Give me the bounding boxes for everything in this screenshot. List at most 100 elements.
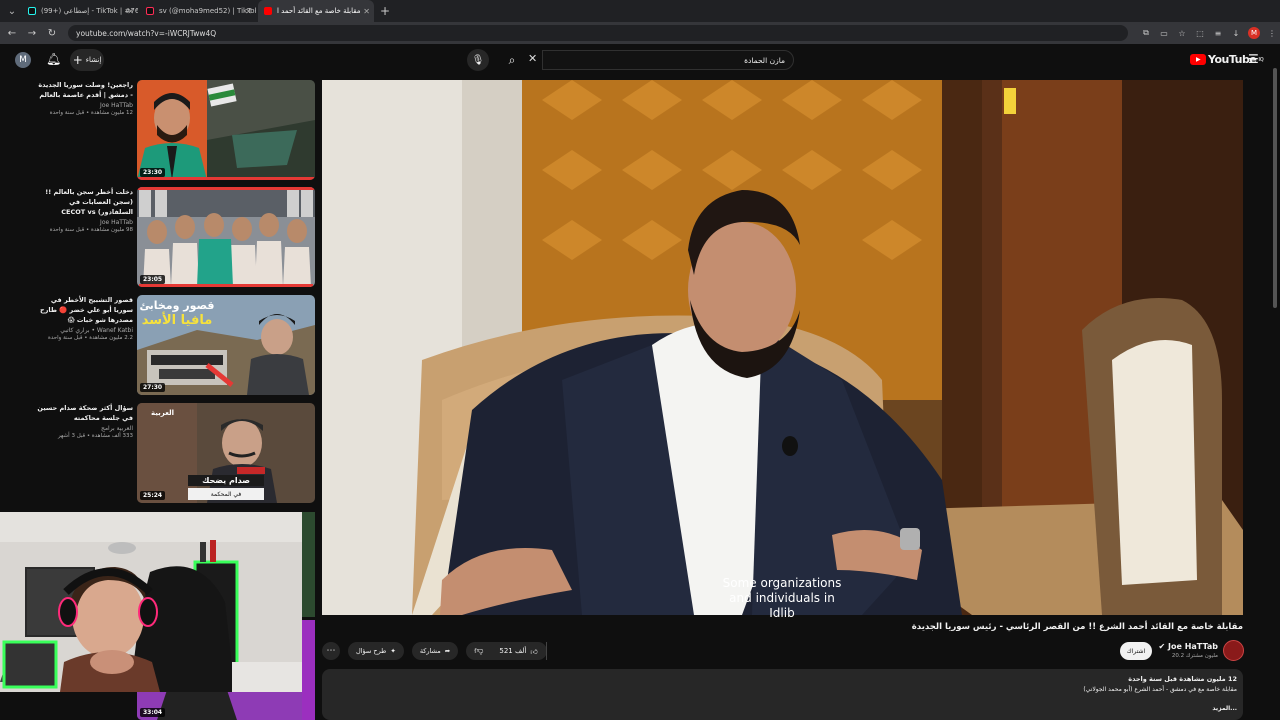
share-button[interactable]: مشاركة ➦	[411, 642, 459, 660]
recommendation-item[interactable]: راجعين! وصلت سوريا الجديدة - دمشق | أقدم…	[35, 80, 315, 180]
tab-close-icon[interactable]: ✕	[245, 7, 252, 16]
notifications-bell-icon[interactable]: 🔔︎	[46, 52, 61, 66]
show-more-link[interactable]: ...المزيد	[1212, 705, 1237, 712]
reload-icon[interactable]: ↻	[44, 25, 60, 41]
browser-tabbar: ⌄ (99+) إصطاعي - TikTok | #76 ✕ sv (@moh…	[0, 0, 1280, 22]
recommendation-title[interactable]: قصور التشبيح الأخطر في سوريا أبو علي خضر…	[35, 295, 133, 325]
recommendation-thumbnail[interactable]: 23:30	[137, 80, 315, 180]
like-count: 521 ألف	[499, 647, 527, 655]
video-actions: ⋯ طرح سؤال ✦ مشاركة ➦ 👎︎ 521 ألف 👍︎	[322, 642, 547, 660]
scrollbar-thumb[interactable]	[1273, 68, 1277, 308]
recommendation-meta: سؤال أكثر ضحكة صدام حسين في جلسة محاكمته…	[35, 403, 133, 439]
browser-tab-tiktok-2[interactable]: sv (@moha9med52) | TikTok ✕	[140, 0, 256, 22]
recommendation-views: 98 مليون مشاهدة • قبل سنة واحدة	[49, 227, 133, 233]
thumbnail-edge	[302, 620, 315, 720]
recommendation-channel[interactable]: Wanef Katbi • براري كاتبي	[35, 327, 133, 334]
description-box[interactable]: 12 مليون مشاهدة قبل سنة واحدة مقابلة خاص…	[322, 669, 1243, 720]
duration-badge: 25:24	[140, 491, 166, 500]
ask-label: طرح سؤال	[356, 647, 387, 655]
recommendation-channel[interactable]: العربية برامج	[35, 425, 133, 432]
thumbs-up-icon: 👍︎	[530, 647, 538, 656]
thumbnail-image: صدام يضحك في المحكمة العربية	[137, 403, 315, 503]
browser-toolbar: ← → ↻ youtube.com/watch?v=-iWCRJTww4Q ⧉ …	[0, 22, 1280, 44]
tab-close-icon[interactable]: ✕	[127, 7, 134, 16]
tab-label: (99+) إصطاعي - TikTok | #76	[41, 7, 138, 15]
translate-icon[interactable]: ⧉	[1140, 27, 1152, 39]
tab-search-chevron-icon[interactable]: ⌄	[4, 3, 20, 19]
ask-button[interactable]: طرح سؤال ✦	[348, 642, 404, 660]
recommendation-channel[interactable]: Joe HaTTab	[35, 219, 133, 226]
svg-text:مافيا الأسد: مافيا الأسد	[142, 311, 213, 328]
duration-badge: 27:30	[140, 383, 166, 392]
recommendation-title[interactable]: دخلت أخطر سجن بالعالم !! (سجن العصابات ف…	[35, 187, 133, 217]
recommendation-channel[interactable]: Joe HaTTab	[35, 102, 133, 109]
tiktok-icon	[28, 7, 36, 15]
clear-search-icon[interactable]: ✕	[528, 52, 537, 65]
recommendation-item[interactable]: قصور التشبيح الأخطر في سوريا أبو علي خضر…	[35, 295, 315, 395]
url-bar[interactable]: youtube.com/watch?v=-iWCRJTww4Q	[68, 25, 1128, 41]
more-actions-icon[interactable]: ⋯	[322, 642, 340, 660]
extensions-icon[interactable]: ⬚	[1194, 27, 1206, 39]
recommendation-thumbnail[interactable]: قصور ومخابئ مافيا الأسد 27:30	[137, 295, 315, 395]
forward-icon[interactable]: →	[24, 25, 40, 41]
tab-close-icon[interactable]: ✕	[363, 7, 370, 16]
download-icon[interactable]: ↓	[1230, 27, 1242, 39]
verified-icon: ✔	[1158, 642, 1169, 651]
video-title: مقابلة خاصة مع القائد أحمد الشرع !! من ا…	[911, 622, 1243, 632]
recommendation-title[interactable]: سؤال أكثر ضحكة صدام حسين في جلسة محاكمته	[35, 403, 133, 423]
voice-search-mic-icon[interactable]: 🎙︎	[467, 49, 489, 71]
channel-info: اشتراك ✔ Joe HaTTab 20.2 مليون مشترك	[1120, 640, 1244, 662]
back-icon[interactable]: ←	[4, 25, 20, 41]
youtube-play-icon: ▶	[1190, 54, 1206, 65]
playlist-icon[interactable]: ≡	[1212, 27, 1224, 39]
svg-text:صدام يضحك: صدام يضحك	[202, 476, 250, 485]
cast-icon[interactable]: ▭	[1158, 27, 1170, 39]
recommendation-item[interactable]: سؤال أكثر ضحكة صدام حسين في جلسة محاكمته…	[35, 403, 315, 503]
share-arrow-icon: ➦	[444, 647, 451, 655]
recommendation-views: 12 مليون مشاهدة • قبل سنة واحدة	[49, 110, 133, 116]
profile-avatar[interactable]: M	[1248, 27, 1260, 39]
channel-name[interactable]: ✔ Joe HaTTab	[1159, 642, 1218, 651]
svg-text:قصور ومخابئ: قصور ومخابئ	[139, 299, 214, 312]
account-avatar[interactable]: M	[15, 52, 31, 68]
like-dislike-group: 👎︎ 521 ألف 👍︎	[466, 642, 547, 660]
create-button[interactable]: + إنشاء	[70, 49, 104, 71]
description-text: مقابلة خاصة مع في دمشق - أحمد الشرع (أبو…	[1083, 686, 1237, 693]
share-label: مشاركة	[419, 647, 441, 655]
search-input[interactable]	[542, 50, 794, 70]
youtube-header: M 🔔︎ + إنشاء 🎙︎ ⌕ ✕ ▶ YouTube IQ ☰	[0, 44, 1280, 76]
search-icon[interactable]: ⌕	[498, 49, 526, 71]
bookmark-star-icon[interactable]: ☆	[1176, 27, 1188, 39]
youtube-icon	[264, 7, 272, 15]
recommendation-thumbnail[interactable]: 23:05	[137, 187, 315, 287]
duration-badge: 23:05	[140, 275, 166, 284]
create-label: إنشاء	[85, 56, 102, 64]
video-player[interactable]	[322, 80, 1243, 615]
like-button[interactable]: 521 ألف 👍︎	[491, 642, 547, 660]
browser-menu-icon[interactable]: ⋮	[1266, 27, 1278, 39]
recommendation-title[interactable]: راجعين! وصلت سوريا الجديدة - دمشق | أقدم…	[35, 80, 133, 100]
subscribe-button[interactable]: اشتراك	[1120, 642, 1152, 660]
guide-menu-icon[interactable]: ☰	[1248, 52, 1259, 66]
channel-avatar[interactable]	[1223, 640, 1244, 661]
thumbs-down-icon: 👎︎	[474, 646, 484, 656]
subtitle-line: Some organizations	[722, 576, 842, 590]
new-tab-icon[interactable]: +	[380, 4, 390, 18]
recommendation-item[interactable]: دخلت أخطر سجن بالعالم !! (سجن العصابات ف…	[35, 187, 315, 287]
duration-badge: 23:30	[140, 168, 166, 177]
browser-tab-tiktok-1[interactable]: (99+) إصطاعي - TikTok | #76 ✕	[22, 0, 138, 22]
thumbnail-edge	[302, 512, 315, 617]
page-scrollbar[interactable]	[1272, 48, 1278, 720]
channel-name-text: Joe HaTTab	[1168, 642, 1218, 651]
webcam-overlay	[0, 512, 302, 692]
thumbnail-image: قصور ومخابئ مافيا الأسد	[137, 295, 315, 395]
recommendation-meta: قصور التشبيح الأخطر في سوريا أبو علي خضر…	[35, 295, 133, 341]
url-text: youtube.com/watch?v=-iWCRJTww4Q	[76, 28, 217, 38]
webcam-image	[0, 512, 302, 692]
recommendation-meta: دخلت أخطر سجن بالعالم !! (سجن العصابات ف…	[35, 187, 133, 233]
browser-tab-youtube[interactable]: مقابلة خاصة مع القائد أحمد ا ✕	[258, 0, 374, 22]
duration-badge: 33:04	[140, 708, 166, 717]
recommendation-thumbnail[interactable]: صدام يضحك في المحكمة العربية 25:24	[137, 403, 315, 503]
dislike-button[interactable]: 👎︎	[466, 642, 491, 660]
thumbnail-image	[137, 80, 315, 180]
